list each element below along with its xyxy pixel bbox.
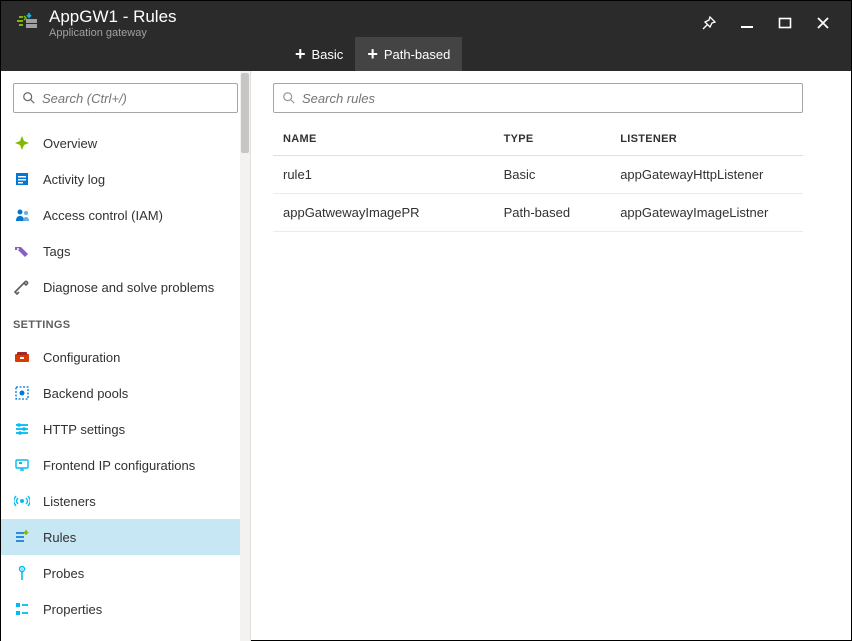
sidebar-item-diagnose[interactable]: Diagnose and solve problems [1, 269, 250, 305]
maximize-icon[interactable] [775, 13, 795, 33]
nav-label: Overview [43, 136, 97, 151]
scrollbar-thumb[interactable] [241, 73, 249, 153]
cell-type: Path-based [496, 194, 613, 232]
nav-label: Tags [43, 244, 70, 259]
activity-log-icon [13, 170, 31, 188]
rules-icon [13, 528, 31, 546]
sidebar-item-frontend-ip[interactable]: Frontend IP configurations [1, 447, 250, 483]
tags-icon [13, 242, 31, 260]
sidebar-item-properties[interactable]: Properties [1, 591, 250, 627]
add-basic-label: Basic [312, 47, 344, 62]
sidebar-item-probes[interactable]: Probes [1, 555, 250, 591]
plus-icon: + [367, 45, 378, 63]
nav-label: Frontend IP configurations [43, 458, 195, 473]
sidebar-item-access-control[interactable]: Access control (IAM) [1, 197, 250, 233]
nav-label: Rules [43, 530, 76, 545]
pin-icon[interactable] [699, 13, 719, 33]
nav-label: Configuration [43, 350, 120, 365]
sidebar-item-configuration[interactable]: Configuration [1, 339, 250, 375]
sidebar-item-rules[interactable]: Rules [1, 519, 250, 555]
overview-icon [13, 134, 31, 152]
frontend-ip-icon [13, 456, 31, 474]
sidebar: Overview Activity log Access control (IA… [1, 71, 251, 641]
sidebar-item-listeners[interactable]: Listeners [1, 483, 250, 519]
app-gateway-icon [13, 9, 41, 37]
col-listener[interactable]: LISTENER [612, 123, 803, 156]
nav-label: Properties [43, 602, 102, 617]
nav-label: Backend pools [43, 386, 128, 401]
sidebar-item-http-settings[interactable]: HTTP settings [1, 411, 250, 447]
sidebar-item-backend-pools[interactable]: Backend pools [1, 375, 250, 411]
listeners-icon [13, 492, 31, 510]
nav-label: Listeners [43, 494, 96, 509]
add-path-based-label: Path-based [384, 47, 451, 62]
settings-section-header: SETTINGS [1, 305, 250, 339]
nav-label: Diagnose and solve problems [43, 280, 214, 295]
nav-label: Access control (IAM) [43, 208, 163, 223]
diagnose-icon [13, 278, 31, 296]
nav-label: HTTP settings [43, 422, 125, 437]
add-basic-button[interactable]: + Basic [283, 37, 355, 71]
sidebar-search[interactable] [13, 83, 238, 113]
sidebar-item-overview[interactable]: Overview [1, 125, 250, 161]
access-control-icon [13, 206, 31, 224]
add-path-based-button[interactable]: + Path-based [355, 37, 462, 71]
rules-table: NAME TYPE LISTENER rule1 Basic appGatewa… [273, 123, 803, 232]
nav-label: Activity log [43, 172, 105, 187]
rules-search[interactable] [273, 83, 803, 113]
search-icon [282, 91, 296, 105]
sidebar-scrollbar[interactable] [240, 71, 250, 641]
table-row[interactable]: appGatwewayImagePR Path-based appGateway… [273, 194, 803, 232]
http-settings-icon [13, 420, 31, 438]
window-header: AppGW1 - Rules Application gateway + Bas… [1, 1, 851, 71]
sidebar-search-input[interactable] [42, 91, 229, 106]
minimize-icon[interactable] [737, 13, 757, 33]
cell-listener: appGatewayImageListner [612, 194, 803, 232]
col-type[interactable]: TYPE [496, 123, 613, 156]
toolbar: + Basic + Path-based [283, 37, 462, 71]
properties-icon [13, 600, 31, 618]
backend-pools-icon [13, 384, 31, 402]
cell-type: Basic [496, 156, 613, 194]
plus-icon: + [295, 45, 306, 63]
sidebar-item-activity-log[interactable]: Activity log [1, 161, 250, 197]
main-content: NAME TYPE LISTENER rule1 Basic appGatewa… [251, 71, 851, 641]
col-name[interactable]: NAME [273, 123, 496, 156]
probes-icon [13, 564, 31, 582]
configuration-icon [13, 348, 31, 366]
cell-listener: appGatewayHttpListener [612, 156, 803, 194]
page-title: AppGW1 - Rules [49, 7, 699, 27]
cell-name: appGatwewayImagePR [273, 194, 496, 232]
cell-name: rule1 [273, 156, 496, 194]
close-icon[interactable] [813, 13, 833, 33]
table-row[interactable]: rule1 Basic appGatewayHttpListener [273, 156, 803, 194]
search-icon [22, 91, 36, 105]
nav-label: Probes [43, 566, 84, 581]
rules-search-input[interactable] [302, 91, 794, 106]
sidebar-item-tags[interactable]: Tags [1, 233, 250, 269]
